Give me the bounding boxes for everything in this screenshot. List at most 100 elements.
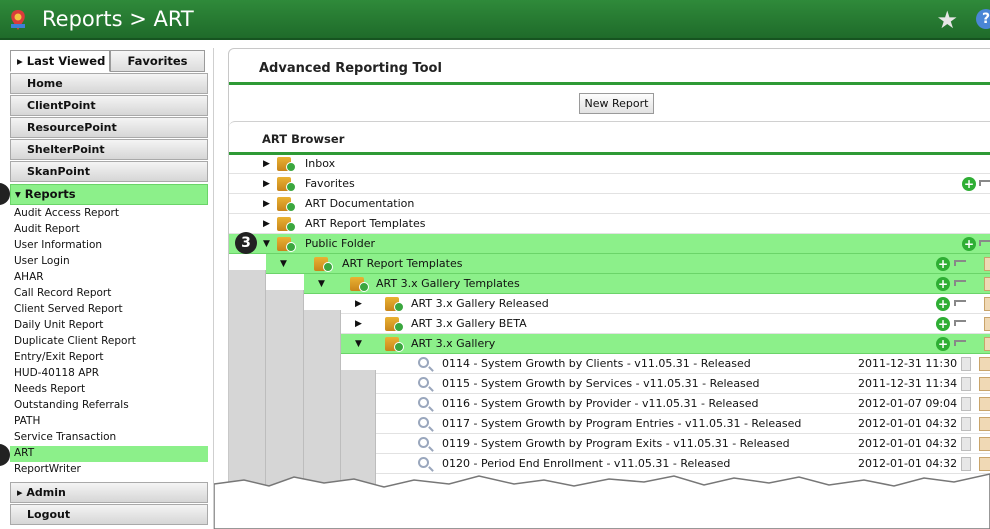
add-icon[interactable]: + xyxy=(936,337,950,351)
report-item-entry-exit[interactable]: Entry/Exit Report xyxy=(14,350,208,366)
add-icon[interactable]: + xyxy=(936,317,950,331)
tree-row-favorites[interactable]: ▶ Favorites + xyxy=(229,174,990,194)
report-item-outstanding-referrals[interactable]: Outstanding Referrals xyxy=(14,398,208,414)
callout-art xyxy=(0,444,10,466)
nav-home[interactable]: Home xyxy=(10,73,208,94)
callout-reports xyxy=(0,183,10,205)
document-icon[interactable] xyxy=(961,437,971,451)
key-icon[interactable] xyxy=(979,240,990,246)
tab-last-viewed[interactable]: ▸ Last Viewed xyxy=(10,50,110,72)
app-logo-icon xyxy=(11,10,25,30)
key-icon[interactable] xyxy=(954,280,966,286)
document-icon[interactable] xyxy=(961,417,971,431)
report-item-ahar[interactable]: AHAR xyxy=(14,270,208,286)
nav-reports-section[interactable]: ▾ Reports xyxy=(10,184,208,205)
nav-skanpoint[interactable]: SkanPoint xyxy=(10,161,208,182)
nav-resourcepoint[interactable]: ResourcePoint xyxy=(10,117,208,138)
report-item-hud-40118-apr[interactable]: HUD-40118 APR xyxy=(14,366,208,382)
sidebar: ▸ Last Viewed Favorites Home ClientPoint… xyxy=(0,48,214,529)
key-icon[interactable] xyxy=(954,260,966,266)
edit-icon[interactable] xyxy=(979,357,990,371)
report-row[interactable]: 0117 - System Growth by Program Entries … xyxy=(376,414,990,434)
edit-icon[interactable] xyxy=(979,397,990,411)
nav-logout[interactable]: Logout xyxy=(10,504,208,525)
report-item-reportwriter[interactable]: ReportWriter xyxy=(14,462,208,478)
main-panel: Advanced Reporting Tool New Report ART B… xyxy=(228,48,990,529)
tree-row-gallery[interactable]: ▼ ART 3.x Gallery + xyxy=(341,334,990,354)
report-item-service-transaction[interactable]: Service Transaction xyxy=(14,430,208,446)
magnifier-icon[interactable] xyxy=(418,377,429,388)
folder-icon xyxy=(277,237,296,252)
report-row[interactable]: 0115 - System Growth by Services - v11.0… xyxy=(376,374,990,394)
delete-icon[interactable] xyxy=(984,297,990,311)
help-icon[interactable]: ? xyxy=(976,9,990,29)
report-row[interactable]: 0114 - System Growth by Clients - v11.05… xyxy=(376,354,990,374)
report-item-duplicate-client[interactable]: Duplicate Client Report xyxy=(14,334,208,350)
delete-icon[interactable] xyxy=(984,277,990,291)
callout-public-folder: 3 xyxy=(235,232,257,254)
report-row[interactable]: 0116 - System Growth by Provider - v11.0… xyxy=(376,394,990,414)
delete-icon[interactable] xyxy=(984,337,990,351)
tree-row-art-report-templates[interactable]: ▶ ART Report Templates xyxy=(229,214,990,234)
report-item-audit-access[interactable]: Audit Access Report xyxy=(14,206,208,222)
folder-icon xyxy=(277,197,296,212)
add-icon[interactable]: + xyxy=(962,237,976,251)
key-icon[interactable] xyxy=(954,300,966,306)
nav-shelterpoint[interactable]: ShelterPoint xyxy=(10,139,208,160)
tree-row-gallery-beta[interactable]: ▶ ART 3.x Gallery BETA + xyxy=(341,314,990,334)
report-item-audit[interactable]: Audit Report xyxy=(14,222,208,238)
folder-icon xyxy=(314,257,333,272)
edit-icon[interactable] xyxy=(979,377,990,391)
add-icon[interactable]: + xyxy=(936,277,950,291)
tree-row-public-art-report-templates[interactable]: ▼ ART Report Templates + xyxy=(266,254,990,274)
key-icon[interactable] xyxy=(979,180,990,186)
document-icon[interactable] xyxy=(961,357,971,371)
report-item-needs[interactable]: Needs Report xyxy=(14,382,208,398)
magnifier-icon[interactable] xyxy=(418,357,429,368)
edit-icon[interactable] xyxy=(979,417,990,431)
tree-row-public-folder[interactable]: ▼ Public Folder + xyxy=(229,234,990,254)
new-report-button[interactable]: New Report xyxy=(579,93,654,114)
key-icon[interactable] xyxy=(954,320,966,326)
report-item-art[interactable]: ART xyxy=(10,446,208,462)
magnifier-icon[interactable] xyxy=(418,437,429,448)
page-title: Reports > ART xyxy=(42,7,194,31)
report-item-path[interactable]: PATH xyxy=(14,414,208,430)
top-bar: Reports > ART ★ ? xyxy=(0,0,990,40)
magnifier-icon[interactable] xyxy=(418,417,429,428)
tree-row-gallery-released[interactable]: ▶ ART 3.x Gallery Released + xyxy=(341,294,990,314)
panel-title: Advanced Reporting Tool xyxy=(259,61,442,76)
folder-icon xyxy=(277,157,296,172)
edit-icon[interactable] xyxy=(979,437,990,451)
star-icon[interactable]: ★ xyxy=(936,6,958,34)
document-icon[interactable] xyxy=(961,397,971,411)
folder-icon xyxy=(277,177,296,192)
key-icon[interactable] xyxy=(954,340,966,346)
browser-title: ART Browser xyxy=(262,132,345,146)
tree-row-inbox[interactable]: ▶ Inbox xyxy=(229,154,990,174)
nav-clientpoint[interactable]: ClientPoint xyxy=(10,95,208,116)
delete-icon[interactable] xyxy=(984,317,990,331)
report-row[interactable]: 0119 - System Growth by Program Exits - … xyxy=(376,434,990,454)
add-icon[interactable]: + xyxy=(962,177,976,191)
nav-admin[interactable]: ▸ Admin xyxy=(10,482,208,503)
folder-icon xyxy=(385,297,404,312)
report-item-user-login[interactable]: User Login xyxy=(14,254,208,270)
tab-favorites[interactable]: Favorites xyxy=(110,50,205,72)
title-divider xyxy=(229,82,990,85)
report-item-user-information[interactable]: User Information xyxy=(14,238,208,254)
folder-icon xyxy=(385,317,404,332)
report-item-client-served[interactable]: Client Served Report xyxy=(14,302,208,318)
add-icon[interactable]: + xyxy=(936,297,950,311)
tree-row-gallery-templates[interactable]: ▼ ART 3.x Gallery Templates + xyxy=(304,274,990,294)
folder-icon xyxy=(350,277,369,292)
report-item-call-record[interactable]: Call Record Report xyxy=(14,286,208,302)
document-icon[interactable] xyxy=(961,377,971,391)
magnifier-icon[interactable] xyxy=(418,397,429,408)
torn-edge xyxy=(214,473,990,529)
report-item-daily-unit[interactable]: Daily Unit Report xyxy=(14,318,208,334)
delete-icon[interactable] xyxy=(984,257,990,271)
add-icon[interactable]: + xyxy=(936,257,950,271)
tree-row-art-documentation[interactable]: ▶ ART Documentation xyxy=(229,194,990,214)
folder-icon xyxy=(385,337,404,352)
